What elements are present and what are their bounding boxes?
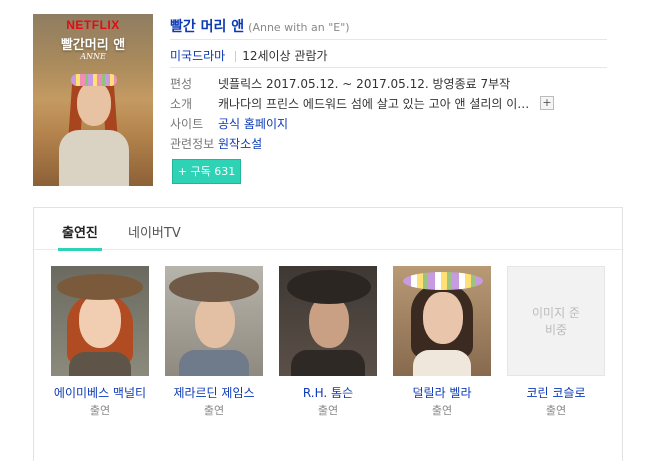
expand-plus-icon[interactable]: +: [540, 96, 554, 110]
poster-title: 빨간머리 앤: [60, 38, 126, 53]
info-key: 사이트: [170, 117, 204, 131]
info-row-intro: 소개 캐나다의 프린스 에드워드 섬에 살고 있는 고아 앤 셜리의 이야... +: [170, 95, 610, 113]
info-key: 관련정보: [170, 137, 215, 151]
poster-image[interactable]: NETFLIX 빨간머리 앤 ANNE: [33, 14, 153, 186]
divider: [235, 51, 237, 62]
cast-photo[interactable]: [51, 266, 149, 376]
cast-item[interactable]: R.H. 톰슨 출연: [278, 266, 378, 418]
photo-face: [423, 292, 463, 344]
cast-photo[interactable]: [165, 266, 263, 376]
meta-row: 미국드라마 12세이상 관람가: [170, 44, 607, 68]
cast-item[interactable]: 에이미베스 맥널티 출연: [50, 266, 150, 418]
cast-photo[interactable]: [393, 266, 491, 376]
age-rating: 12세이상 관람가: [242, 49, 328, 63]
photo-face: [195, 296, 235, 348]
poster-figure-face: [77, 82, 111, 126]
placeholder-text: 이미지 준비중: [532, 306, 580, 337]
poster-subtitle: ANNE: [80, 52, 106, 61]
cast-name[interactable]: R.H. 톰슨: [278, 385, 378, 401]
info-row-related: 관련정보 원작소설: [170, 135, 610, 153]
genre-link[interactable]: 미국드라마: [170, 49, 225, 63]
cast-name[interactable]: 코린 코슬로: [506, 385, 606, 401]
photo-hat: [287, 270, 371, 304]
cast-name[interactable]: 에이미베스 맥널티: [50, 385, 150, 401]
cast-item[interactable]: 이미지 준비중 코린 코슬로 출연: [506, 266, 606, 418]
cast-item[interactable]: 제라르딘 제임스 출연: [164, 266, 264, 418]
subscribe-button[interactable]: + 구독 631: [172, 159, 241, 184]
cast-item[interactable]: 덜릴라 벨라 출연: [392, 266, 492, 418]
cast-role: 출연: [317, 404, 339, 417]
photo-hat: [57, 274, 143, 300]
official-site-link[interactable]: 공식 홈페이지: [218, 117, 288, 131]
poster-flower-crown: [71, 74, 117, 86]
original-novel-link[interactable]: 원작소설: [218, 137, 262, 151]
cast-role: 출연: [545, 404, 567, 417]
tab-bar: 출연진 네이버TV: [34, 208, 622, 251]
cast-panel: 출연진 네이버TV 에이미베스 맥널티 출연 제라르딘 제임스 출연 R.H. …: [33, 207, 623, 461]
photo-face: [79, 294, 121, 348]
tab-cast[interactable]: 출연진: [58, 222, 102, 251]
cast-role: 출연: [89, 404, 111, 417]
original-title: (Anne with an "E"): [248, 21, 350, 34]
cast-role: 출연: [431, 404, 453, 417]
tab-navertv[interactable]: 네이버TV: [128, 222, 181, 241]
cast-name[interactable]: 제라르딘 제임스: [164, 385, 264, 401]
photo-torso: [291, 350, 365, 376]
poster-figure-body: [59, 130, 129, 186]
info-key: 편성: [170, 77, 193, 91]
photo-hat: [169, 272, 259, 302]
info-row-broadcast: 편성 넷플릭스 2017.05.12. ~ 2017.05.12. 방영종료 7부…: [170, 75, 610, 93]
info-value: 넷플릭스 2017.05.12. ~ 2017.05.12. 방영종료 7부작: [218, 77, 511, 91]
info-key: 소개: [170, 97, 193, 111]
photo-torso: [179, 350, 249, 376]
photo-torso: [69, 352, 131, 376]
cast-name[interactable]: 덜릴라 벨라: [392, 385, 492, 401]
title-row: 빨간 머리 앤 (Anne with an "E"): [170, 16, 607, 40]
photo-torso: [413, 350, 471, 376]
poster-brand: NETFLIX: [66, 18, 120, 32]
info-row-site: 사이트 공식 홈페이지: [170, 115, 610, 133]
program-title[interactable]: 빨간 머리 앤: [170, 19, 244, 35]
intro-text: 캐나다의 프린스 에드워드 섬에 살고 있는 고아 앤 셜리의 이야...: [218, 97, 538, 111]
photo-flower-crown: [403, 272, 483, 290]
cast-photo-placeholder[interactable]: 이미지 준비중: [507, 266, 605, 376]
cast-photo[interactable]: [279, 266, 377, 376]
cast-role: 출연: [203, 404, 225, 417]
